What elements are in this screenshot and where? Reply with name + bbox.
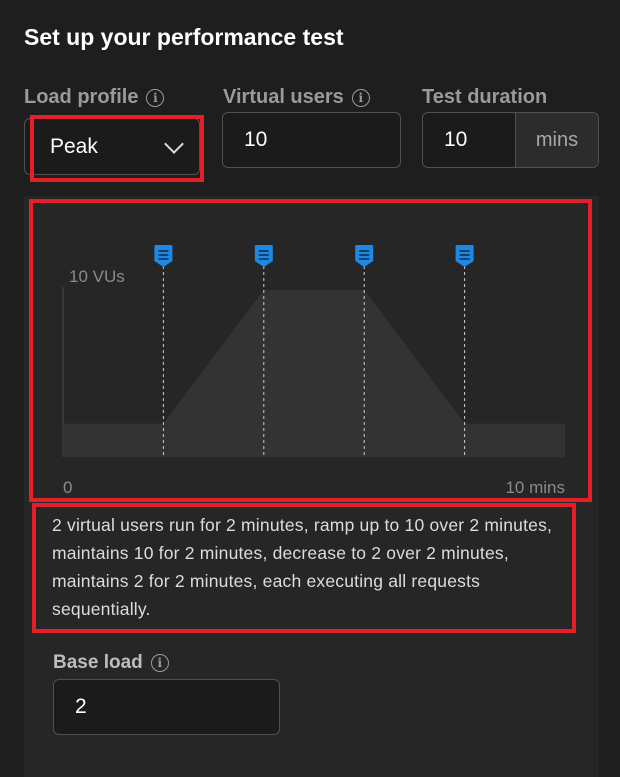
info-icon[interactable]: i (150, 654, 169, 672)
load-area (63, 290, 565, 457)
base-load-label: Base load i (53, 652, 169, 674)
stage-marker-icon[interactable] (455, 245, 474, 267)
load-description: 2 virtual users run for 2 minutes, ramp … (52, 515, 553, 619)
stage-marker-icon[interactable] (254, 245, 273, 267)
x-start-label: 0 (63, 478, 72, 497)
stage-marker-icon[interactable] (154, 245, 173, 267)
x-end-label: 10 mins (505, 478, 565, 497)
base-load-input[interactable]: 2 (53, 679, 280, 735)
y-max-label: 10 VUs (69, 267, 125, 286)
stage-marker-icon[interactable] (355, 245, 374, 267)
load-profile-chart: 10 VUs 0 10 mins (62, 245, 565, 497)
